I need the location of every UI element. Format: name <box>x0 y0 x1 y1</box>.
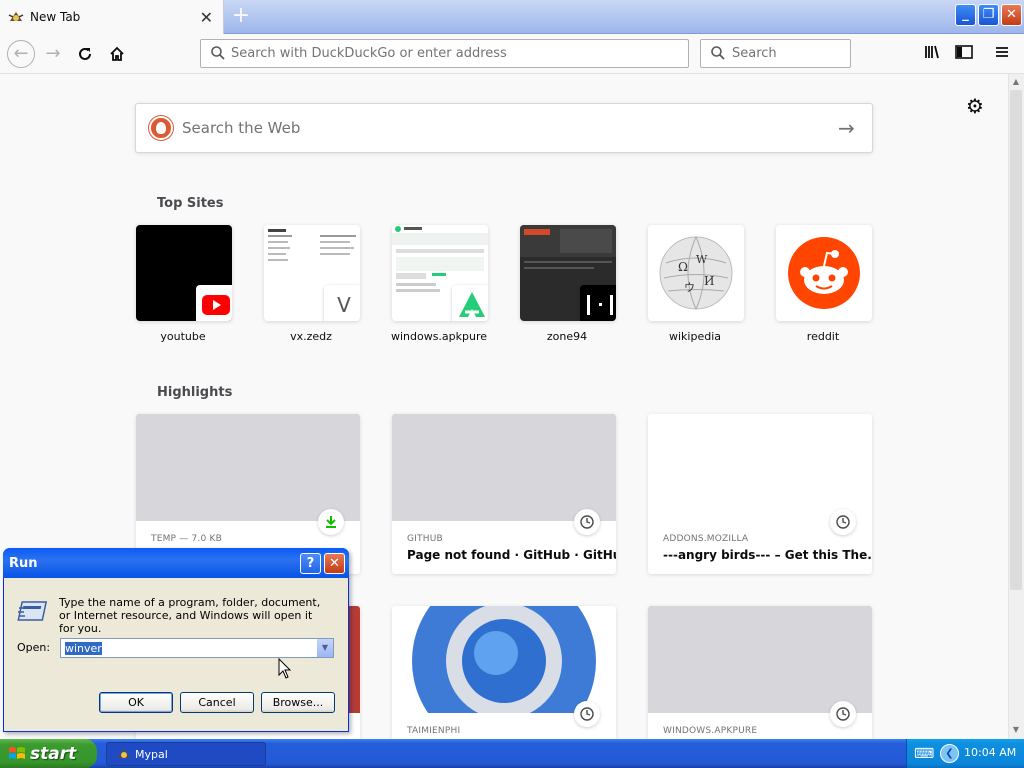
top-site-tile-windows-apkpure[interactable] <box>392 225 488 321</box>
close-tab-icon[interactable]: ✕ <box>200 8 213 27</box>
maximize-button[interactable]: ❐ <box>978 4 999 26</box>
reload-button[interactable] <box>72 41 98 67</box>
highlight-thumbnail <box>648 606 872 713</box>
youtube-icon <box>196 285 232 321</box>
site-letter-badge: V <box>324 285 360 321</box>
highlight-card[interactable]: ADDONS.MOZILLA ---angry birds--- – Get t… <box>648 414 872 574</box>
url-bar[interactable]: Search with DuckDuckGo or enter address <box>200 39 689 68</box>
highlight-title: ---angry birds--- – Get this The... <box>663 548 872 562</box>
highlight-source: TAIMIENPHI <box>407 726 461 736</box>
open-label: Open: <box>17 641 51 654</box>
highlight-source: ADDONS.MOZILLA <box>663 534 749 544</box>
search-placeholder: Search <box>732 46 777 61</box>
browse-button[interactable]: Browse... <box>261 692 335 713</box>
run-dialog-description: Type the name of a program, folder, docu… <box>59 596 321 635</box>
highlight-source: GITHUB <box>407 534 443 544</box>
top-site-tile-youtube[interactable] <box>136 225 232 321</box>
web-search-placeholder: Search the Web <box>182 119 301 137</box>
keyboard-icon[interactable]: ⌨ <box>914 746 934 762</box>
run-program-icon <box>17 598 49 628</box>
wikipedia-globe-icon: Ω W И ウ <box>659 236 733 310</box>
minimize-button[interactable]: _ <box>955 4 976 26</box>
highlight-source: TEMP — 7.0 KB <box>151 534 222 544</box>
top-site-tile-reddit[interactable] <box>776 225 872 321</box>
gear-icon[interactable]: ⚙ <box>966 94 984 118</box>
search-submit-arrow-icon[interactable]: → <box>838 116 855 140</box>
close-window-button[interactable]: ✕ <box>1001 4 1022 26</box>
tab-new-tab[interactable]: New Tab ✕ <box>0 0 224 34</box>
ok-button[interactable]: OK <box>99 692 173 713</box>
highlight-thumbnail <box>392 414 616 521</box>
highlight-title: Page not found · GitHub · GitHub <box>407 548 616 562</box>
highlight-card[interactable]: GITHUB Page not found · GitHub · GitHub <box>392 414 616 574</box>
top-site-label: zone94 <box>546 330 588 343</box>
top-site-label: wikipedia <box>668 330 721 343</box>
library-button[interactable] <box>922 42 942 66</box>
mouse-cursor-icon <box>278 658 292 679</box>
svg-text:Ω: Ω <box>678 260 688 274</box>
back-button[interactable]: ← <box>7 40 35 68</box>
home-icon <box>110 46 124 61</box>
menu-button[interactable] <box>992 42 1012 66</box>
highlight-thumbnail <box>648 414 872 521</box>
forward-button[interactable]: → <box>40 41 66 67</box>
windows-logo-icon <box>9 747 25 759</box>
run-dialog-titlebar[interactable]: Run <box>3 548 349 578</box>
clock-icon <box>574 701 600 727</box>
top-site-tile-vx-zedz[interactable]: V <box>264 225 360 321</box>
search-icon <box>211 46 225 60</box>
hamburger-icon <box>996 47 1008 57</box>
show-hidden-icons-icon[interactable]: ❮ <box>940 744 959 763</box>
apkpure-icon <box>452 285 488 321</box>
top-site-tile-zone94[interactable] <box>520 225 616 321</box>
help-button[interactable]: ? <box>300 553 321 574</box>
start-label: start <box>30 743 77 764</box>
highlights-heading: Highlights <box>157 385 233 400</box>
library-icon <box>925 45 939 59</box>
system-clock[interactable]: 10:04 AM <box>964 746 1016 759</box>
web-search-box[interactable]: Search the Web <box>135 103 873 153</box>
mypal-icon <box>118 749 130 758</box>
zone94-icon <box>580 285 616 321</box>
open-input-value: winver <box>65 642 102 655</box>
chromium-logo-icon <box>412 606 596 753</box>
reddit-icon <box>788 237 860 309</box>
highlight-thumbnail <box>392 606 616 753</box>
cancel-button[interactable]: Cancel <box>180 692 254 713</box>
tab-title: New Tab <box>30 10 81 24</box>
run-dialog-title: Run <box>9 556 38 571</box>
svg-text:И: И <box>704 274 714 288</box>
svg-text:ウ: ウ <box>684 281 695 294</box>
scroll-down-arrow-icon[interactable]: ▼ <box>1008 722 1024 738</box>
highlight-source: WINDOWS.APKPURE <box>663 726 758 736</box>
top-site-label: youtube <box>160 330 206 343</box>
search-icon <box>711 46 725 60</box>
top-site-tile-wikipedia[interactable]: Ω W И ウ <box>648 225 744 321</box>
url-placeholder: Search with DuckDuckGo or enter address <box>231 46 507 61</box>
svg-text:W: W <box>696 253 708 266</box>
open-input[interactable]: winver <box>60 638 334 658</box>
scroll-up-arrow-icon[interactable]: ▲ <box>1008 74 1024 90</box>
top-site-label: windows.apkpure <box>390 330 488 343</box>
top-sites-heading: Top Sites <box>157 196 224 211</box>
home-button[interactable] <box>104 41 130 67</box>
chevron-down-icon[interactable]: ▼ <box>316 639 333 657</box>
search-bar[interactable]: Search <box>700 39 851 68</box>
duckduckgo-logo-icon <box>149 116 173 140</box>
top-site-label: reddit <box>806 330 840 343</box>
sidebar-icon <box>955 45 973 59</box>
clock-icon <box>830 701 856 727</box>
taskbar-item-label: Mypal <box>135 747 168 761</box>
mypal-icon <box>8 12 24 21</box>
sidebar-toggle-button[interactable] <box>954 42 976 66</box>
highlight-thumbnail <box>136 414 360 521</box>
close-dialog-button[interactable]: ✕ <box>324 553 345 574</box>
top-site-label: vx.zedz <box>290 330 332 343</box>
reload-icon <box>79 47 91 60</box>
clock-icon <box>574 509 600 535</box>
scrollbar-thumb[interactable] <box>1010 90 1022 590</box>
download-icon <box>318 509 344 535</box>
clock-icon <box>830 509 856 535</box>
new-tab-button[interactable]: + <box>228 4 254 30</box>
